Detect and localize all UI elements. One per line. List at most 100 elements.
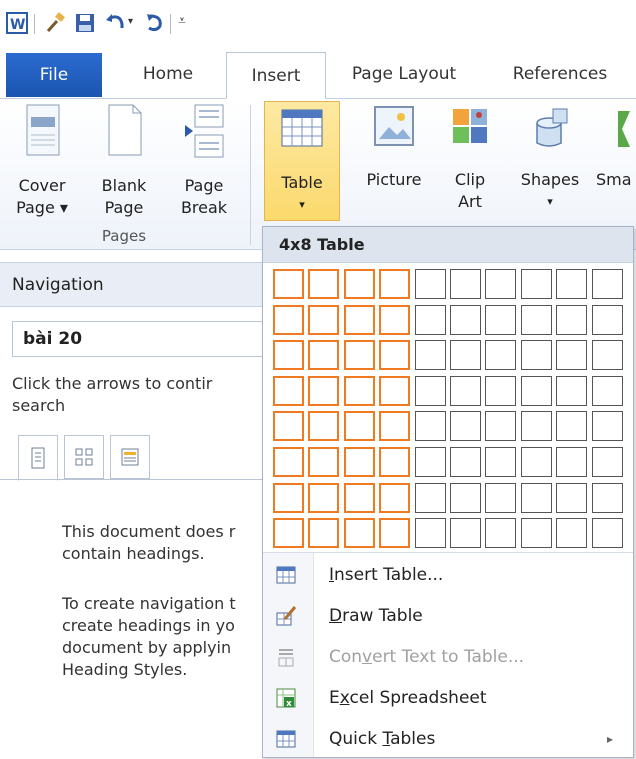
table-grid-cell[interactable]	[556, 447, 588, 477]
table-grid-cell[interactable]	[450, 447, 481, 477]
table-grid-cell[interactable]	[485, 304, 517, 335]
table-grid-cell[interactable]	[308, 411, 340, 442]
tab-file[interactable]: File	[6, 53, 102, 97]
table-grid-cell[interactable]	[450, 269, 481, 299]
table-grid-cell[interactable]	[591, 411, 623, 442]
table-grid-cell[interactable]	[379, 340, 411, 371]
table-grid-cell[interactable]	[591, 340, 623, 371]
table-grid-cell[interactable]	[450, 518, 481, 549]
table-grid-cell[interactable]	[273, 482, 304, 513]
redo-icon[interactable]	[144, 12, 166, 34]
format-painter-icon[interactable]	[44, 12, 66, 34]
table-grid-cell[interactable]	[308, 304, 340, 335]
table-grid-cell[interactable]	[591, 518, 623, 549]
table-grid-cell[interactable]	[414, 269, 446, 299]
table-grid-cell[interactable]	[343, 482, 375, 513]
smartart-button[interactable]: Sma	[596, 99, 636, 191]
quick-tables-item[interactable]: Quick Tables ▸	[263, 719, 633, 759]
table-grid-cell[interactable]	[273, 518, 304, 549]
table-grid-cell[interactable]	[485, 340, 517, 371]
table-grid-cell[interactable]	[485, 447, 517, 477]
table-grid-cell[interactable]	[450, 340, 481, 371]
table-grid-cell[interactable]	[450, 482, 481, 513]
table-grid-cell[interactable]	[308, 340, 340, 371]
save-icon[interactable]	[74, 12, 96, 34]
browse-results-tab[interactable]	[110, 435, 150, 479]
table-grid-cell[interactable]	[273, 411, 304, 442]
table-grid-cell[interactable]	[343, 375, 375, 406]
table-grid-cell[interactable]	[343, 304, 375, 335]
tab-insert[interactable]: Insert	[226, 52, 326, 99]
tab-page-layout[interactable]: Page Layout	[338, 50, 470, 98]
excel-spreadsheet-item[interactable]: x Excel Spreadsheet	[263, 678, 633, 718]
table-grid-cell[interactable]	[485, 482, 517, 513]
table-grid-cell[interactable]	[379, 518, 411, 549]
table-grid-cell[interactable]	[273, 447, 304, 477]
tab-references[interactable]: References	[484, 50, 636, 98]
undo-dropdown-icon[interactable]: ▾	[128, 16, 133, 27]
shapes-button[interactable]: Shapes ▾	[514, 99, 586, 213]
picture-button[interactable]: Picture	[356, 99, 432, 191]
table-grid-cell[interactable]	[273, 340, 304, 371]
table-grid-cell[interactable]	[556, 411, 588, 442]
table-grid-cell[interactable]	[450, 304, 481, 335]
table-grid-cell[interactable]	[520, 375, 552, 406]
table-button[interactable]: Table ▾	[264, 101, 340, 221]
table-grid-cell[interactable]	[591, 482, 623, 513]
table-grid-cell[interactable]	[308, 482, 340, 513]
table-grid-cell[interactable]	[379, 411, 411, 442]
table-grid-cell[interactable]	[414, 304, 446, 335]
table-grid-cell[interactable]	[520, 304, 552, 335]
table-grid-cell[interactable]	[343, 411, 375, 442]
insert-table-item[interactable]: Insert Table...	[263, 555, 633, 595]
table-grid-cell[interactable]	[591, 447, 623, 477]
table-grid-cell[interactable]	[591, 375, 623, 406]
page-break-button[interactable]: Page Break	[176, 99, 232, 219]
table-grid-cell[interactable]	[308, 269, 340, 299]
table-grid-cell[interactable]	[379, 304, 411, 335]
table-grid-cell[interactable]	[414, 340, 446, 371]
table-grid-cell[interactable]	[520, 447, 552, 477]
table-grid-cell[interactable]	[308, 447, 340, 477]
table-grid-cell[interactable]	[556, 340, 588, 371]
table-grid-cell[interactable]	[591, 269, 623, 299]
cover-page-button[interactable]: Cover Page ▾	[14, 99, 70, 219]
table-grid-cell[interactable]	[450, 411, 481, 442]
table-grid-cell[interactable]	[308, 518, 340, 549]
table-grid-cell[interactable]	[591, 304, 623, 335]
table-grid-cell[interactable]	[343, 447, 375, 477]
table-grid-cell[interactable]	[379, 269, 411, 299]
table-grid-cell[interactable]	[379, 482, 411, 513]
table-grid-cell[interactable]	[273, 269, 304, 299]
table-grid-cell[interactable]	[556, 304, 588, 335]
table-grid-cell[interactable]	[414, 482, 446, 513]
table-grid-cell[interactable]	[520, 518, 552, 549]
table-grid-cell[interactable]	[556, 269, 588, 299]
table-grid-cell[interactable]	[343, 340, 375, 371]
undo-icon[interactable]	[104, 12, 126, 34]
draw-table-item[interactable]: Draw Table	[263, 596, 633, 636]
table-grid-cell[interactable]	[520, 269, 552, 299]
browse-pages-tab[interactable]	[64, 435, 104, 479]
table-grid-cell[interactable]	[379, 375, 411, 406]
table-grid-cell[interactable]	[414, 375, 446, 406]
table-grid-cell[interactable]	[450, 375, 481, 406]
table-grid-cell[interactable]	[414, 518, 446, 549]
table-grid-cell[interactable]	[343, 269, 375, 299]
table-grid-cell[interactable]	[485, 411, 517, 442]
table-grid-cell[interactable]	[343, 518, 375, 549]
table-grid-cell[interactable]	[520, 411, 552, 442]
table-grid-cell[interactable]	[379, 447, 411, 477]
table-grid-cell[interactable]	[308, 375, 340, 406]
customize-toolbar-icon[interactable]: ⩡	[178, 13, 186, 29]
table-grid-cell[interactable]	[485, 269, 517, 299]
table-grid-cell[interactable]	[556, 482, 588, 513]
table-grid-cell[interactable]	[485, 375, 517, 406]
word-app-icon[interactable]: W	[6, 12, 28, 34]
table-grid-cell[interactable]	[520, 340, 552, 371]
clip-art-button[interactable]: Clip Art	[440, 99, 500, 213]
browse-headings-tab[interactable]	[18, 435, 58, 481]
blank-page-button[interactable]: Blank Page	[96, 99, 152, 219]
table-grid-cell[interactable]	[556, 518, 588, 549]
tab-home[interactable]: Home	[120, 50, 216, 98]
